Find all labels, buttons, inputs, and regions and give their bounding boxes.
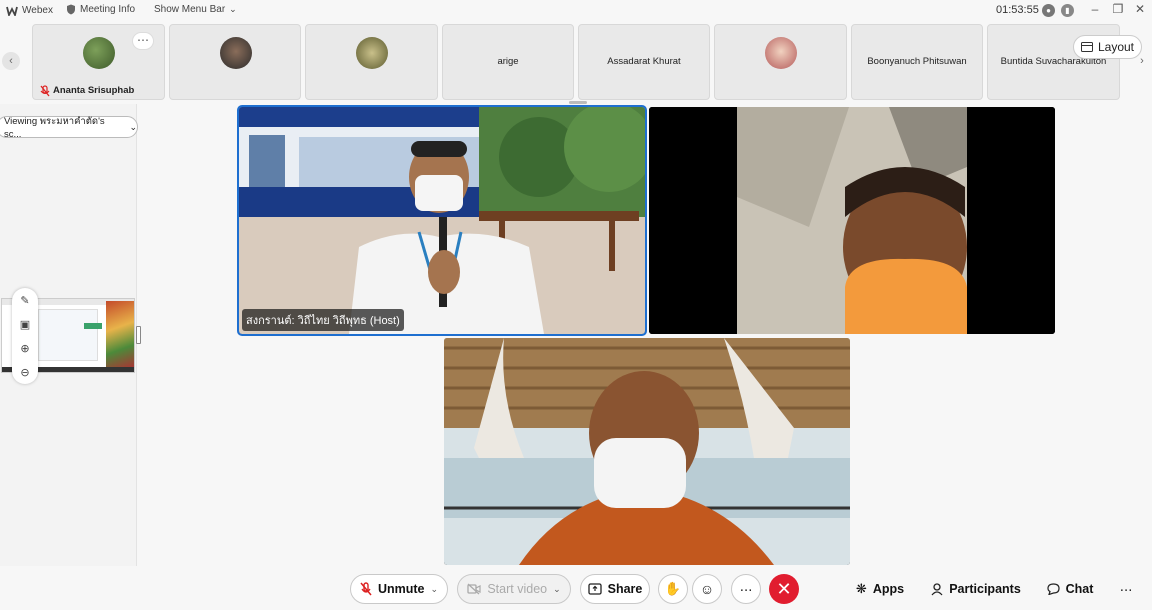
participant-video-feed: [444, 338, 850, 565]
minimize-icon[interactable]: –: [1087, 2, 1103, 16]
layout-icon: [1080, 42, 1093, 52]
annotate-icon[interactable]: ✎: [18, 294, 32, 308]
participant-tile[interactable]: [305, 24, 438, 100]
meeting-timer: 01:53:55: [996, 4, 1039, 16]
strip-scroll-left-button[interactable]: ‹: [2, 52, 20, 70]
participant-tile[interactable]: [169, 24, 301, 100]
meeting-info-label: Meeting Info: [80, 4, 136, 15]
webex-icon: [6, 6, 18, 16]
share-label: Share: [607, 582, 643, 596]
meeting-info-button[interactable]: Meeting Info: [66, 4, 135, 15]
screen-icon[interactable]: ▣: [18, 318, 32, 332]
strip-resize-handle[interactable]: [569, 101, 587, 104]
host-name-label: สงกรานต์: วิถีไทย วิถีพุทธ (Host): [242, 309, 404, 331]
participant-tile[interactable]: Assadarat Khurat: [578, 24, 710, 100]
zoom-out-icon[interactable]: ⊖: [18, 366, 32, 380]
apps-label: Apps: [872, 582, 905, 596]
chat-icon: [1047, 583, 1060, 595]
menu-bar-label: Show Menu Bar: [154, 4, 226, 15]
more-icon: ⋯: [1119, 582, 1133, 597]
avatar: [220, 37, 252, 69]
video-tile-participant[interactable]: [649, 107, 1055, 334]
chevron-down-icon[interactable]: ⌄: [430, 584, 438, 595]
participant-name: Assadarat Khurat: [607, 56, 681, 67]
end-call-button[interactable]: ✕: [769, 574, 799, 604]
restore-icon[interactable]: ❐: [1110, 2, 1126, 16]
app-name: Webex: [22, 5, 53, 16]
layout-button[interactable]: Layout: [1073, 35, 1142, 59]
panel-resize-handle[interactable]: [136, 326, 141, 344]
network-status-icon[interactable]: ▮: [1061, 4, 1074, 17]
title-bar: Webex Meeting Info Show Menu Bar ⌄ 01:53…: [0, 0, 1152, 22]
participant-tile[interactable]: Boonyanuch Phitsuwan: [851, 24, 983, 100]
more-options-button[interactable]: ⋯: [132, 32, 154, 50]
zoom-in-icon[interactable]: ⊕: [18, 342, 32, 356]
apps-icon: ❋: [855, 581, 867, 596]
reactions-button[interactable]: ☺: [692, 574, 722, 604]
avatar: [83, 37, 115, 69]
start-video-label: Start video: [487, 582, 548, 596]
apps-button[interactable]: ❋ Apps: [852, 574, 908, 604]
participant-name: Ananta Srisuphab: [53, 85, 135, 96]
video-tile-host[interactable]: สงกรานต์: วิถีไทย วิถีพุทธ (Host): [237, 105, 647, 336]
participant-name: Boonyanuch Phitsuwan: [867, 56, 967, 67]
recording-status-icon[interactable]: ●: [1042, 4, 1055, 17]
chevron-down-icon: ⌄: [129, 121, 137, 132]
chat-button[interactable]: Chat: [1044, 574, 1096, 604]
hand-icon: ✋: [664, 581, 682, 596]
layout-label: Layout: [1097, 40, 1135, 54]
mic-off-icon: [360, 582, 372, 596]
share-icon: [587, 583, 602, 595]
thumb-poster: [106, 301, 134, 367]
participant-tile[interactable]: ⋯ Ananta Srisuphab: [32, 24, 165, 100]
viewing-dropdown[interactable]: Viewing พระมหาคำตัด's sc... ⌄: [0, 116, 138, 140]
mic-muted-icon: [40, 85, 50, 100]
avatar: [356, 37, 388, 69]
strip-scroll-right-button[interactable]: ›: [1133, 52, 1151, 70]
shield-icon: [67, 4, 75, 15]
video-tile-participant[interactable]: [444, 338, 850, 565]
raise-hand-button[interactable]: ✋: [658, 574, 688, 604]
participant-tile[interactable]: arige: [442, 24, 574, 100]
unmute-button[interactable]: Unmute ⌄: [350, 574, 448, 604]
share-button[interactable]: Share: [580, 574, 650, 604]
participant-tile[interactable]: [714, 24, 847, 100]
unmute-label: Unmute: [377, 582, 425, 596]
more-icon: ⋯: [739, 582, 753, 597]
more-menu-button[interactable]: ⋯: [1114, 574, 1138, 604]
webex-logo: Webex: [6, 5, 53, 16]
more-options-button[interactable]: ⋯: [731, 574, 761, 604]
host-video-feed: [239, 107, 645, 334]
thumb-chat-area: [38, 309, 98, 361]
smiley-icon: ☺: [699, 581, 715, 597]
chevron-down-icon: ⌄: [229, 4, 237, 14]
chat-label: Chat: [1065, 582, 1094, 596]
thumbnail-toolbar: ✎ ▣ ⊕ ⊖: [12, 288, 38, 384]
participants-button[interactable]: Participants: [930, 574, 1022, 604]
participants-label: Participants: [949, 582, 1021, 596]
viewing-label: Viewing พระมหาคำตัด's sc...: [4, 116, 105, 140]
show-menu-bar-button[interactable]: Show Menu Bar ⌄: [154, 4, 237, 15]
close-icon[interactable]: ✕: [1132, 2, 1148, 16]
video-off-icon: [467, 583, 481, 595]
participant-video-feed: [649, 107, 1055, 334]
close-icon: ✕: [776, 578, 792, 599]
thumb-message-bubble: [84, 323, 102, 329]
avatar: [765, 37, 797, 69]
chevron-down-icon[interactable]: ⌄: [553, 584, 561, 595]
start-video-button[interactable]: Start video ⌄: [457, 574, 571, 604]
participant-name: arige: [497, 56, 519, 67]
person-icon: [931, 582, 943, 595]
